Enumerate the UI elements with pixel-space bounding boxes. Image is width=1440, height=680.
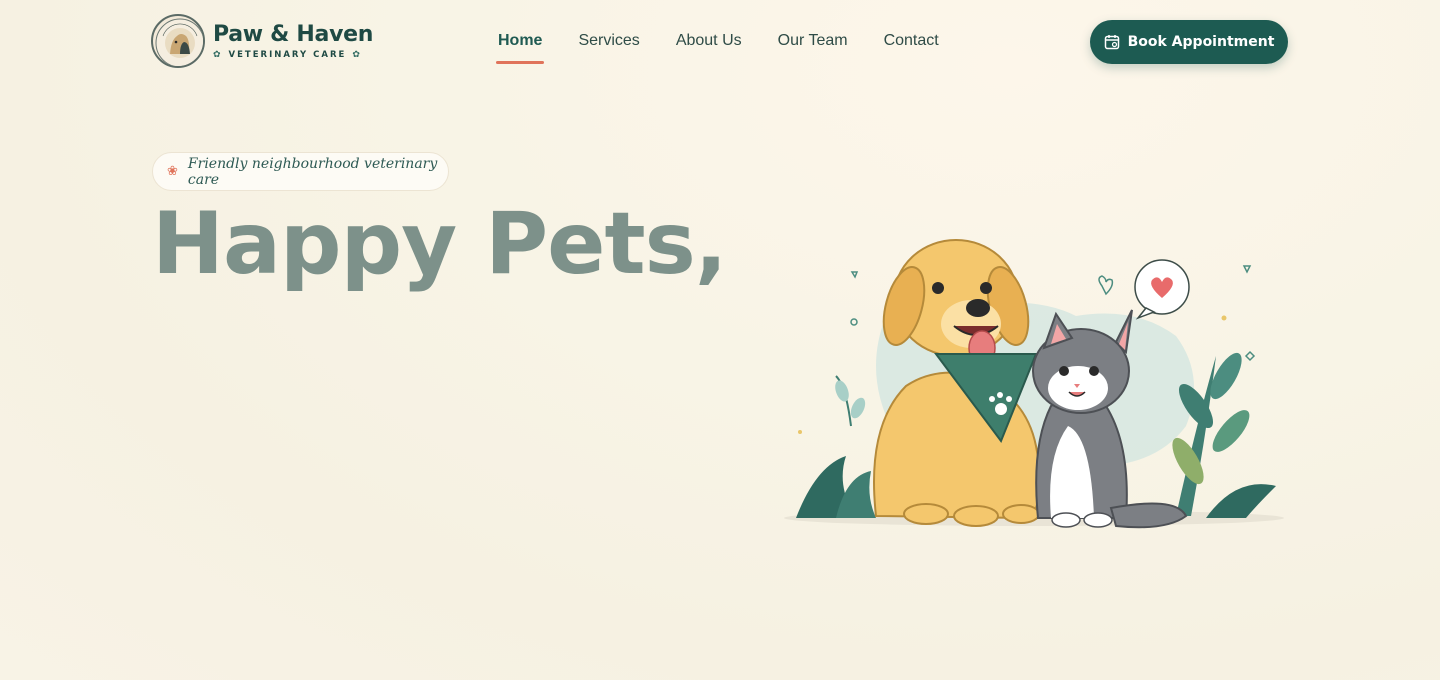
paw-icon: ✿ bbox=[213, 50, 223, 60]
book-appointment-button[interactable]: Book Appointment bbox=[1090, 20, 1288, 64]
brand-logo[interactable]: Paw & Haven ✿ VETERINARY CARE ✿ bbox=[151, 14, 373, 68]
nav-item-services[interactable]: Services bbox=[578, 30, 639, 64]
nav-item-contact[interactable]: Contact bbox=[884, 30, 939, 64]
nav-item-about-us[interactable]: About Us bbox=[676, 30, 742, 64]
tagline-text: Friendly neighbourhood veterinary care bbox=[187, 155, 438, 188]
nav-item-our-team[interactable]: Our Team bbox=[778, 30, 848, 64]
hero-title: Happy Pets, bbox=[152, 194, 727, 294]
paw-icon: ❀ bbox=[167, 164, 178, 179]
book-appointment-label: Book Appointment bbox=[1127, 34, 1275, 50]
paw-icon: ✿ bbox=[352, 50, 362, 60]
logo-badge-icon bbox=[151, 14, 205, 68]
brand-subtitle-text: VETERINARY CARE bbox=[228, 50, 347, 60]
main-nav: Home Services About Us Our Team Contact bbox=[495, 30, 939, 64]
nav-item-home[interactable]: Home bbox=[495, 30, 545, 64]
dog-and-cat-illustration bbox=[776, 226, 1292, 532]
brand-name: Paw & Haven bbox=[213, 22, 374, 47]
site-header: Paw & Haven ✿ VETERINARY CARE ✿ Home Ser… bbox=[0, 0, 1440, 84]
brand-subtitle: ✿ VETERINARY CARE ✿ bbox=[213, 50, 373, 60]
tagline-badge: ❀ Friendly neighbourhood veterinary care bbox=[152, 152, 449, 191]
calendar-icon bbox=[1104, 35, 1119, 50]
